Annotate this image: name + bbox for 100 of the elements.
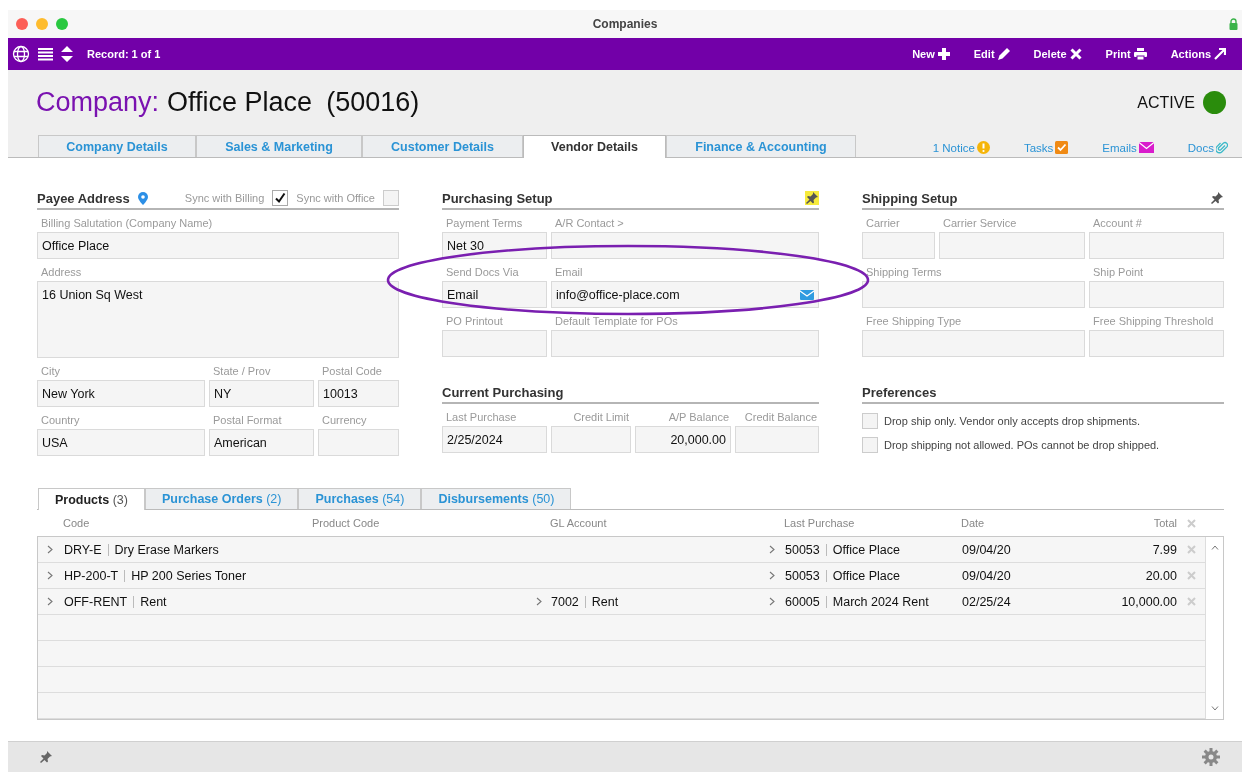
field-label: Billing Salutation (Company Name) [41, 217, 213, 230]
scroll-down-icon [1210, 706, 1219, 711]
input-field[interactable]: NY [209, 380, 314, 407]
checkbox[interactable] [862, 413, 878, 429]
input-field[interactable] [551, 330, 819, 357]
checkbox-label: Drop ship only. Vendor only accepts drop shipments. [884, 415, 1140, 427]
toolbar-button[interactable]: Edit [967, 48, 1016, 60]
checkbox[interactable] [383, 190, 399, 206]
column-header: Date [961, 517, 986, 529]
delete-icon [1186, 518, 1196, 528]
zoom-button[interactable] [56, 18, 68, 30]
input-field[interactable]: Net 30 [442, 232, 547, 259]
account-code: 7002 [551, 594, 579, 609]
input-field[interactable] [735, 426, 819, 453]
toolbar-button[interactable]: New [906, 48, 956, 60]
input-field[interactable]: info@office-place.com [551, 281, 819, 308]
input-field[interactable]: 10013 [318, 380, 399, 407]
envelope-icon [1138, 142, 1154, 153]
input-field[interactable]: 2/25/2024 [442, 426, 547, 453]
window-title: Companies [591, 17, 659, 31]
input-field[interactable] [1089, 281, 1224, 308]
field-label: Account # [1093, 217, 1142, 230]
field-label: State / Prov [213, 365, 271, 378]
field-label: Free Shipping Threshold [1093, 315, 1214, 328]
input-field[interactable]: New York [37, 380, 205, 407]
field-label: Carrier [866, 217, 900, 230]
pin-icon[interactable] [805, 191, 819, 205]
input-field[interactable] [939, 232, 1085, 259]
delete-icon[interactable] [1186, 545, 1196, 554]
section-title: Preferences [862, 384, 937, 400]
field-label: Postal Code [322, 365, 382, 378]
column-header: Last Purchase [784, 517, 856, 529]
field-label: A/R Contact > [555, 217, 624, 230]
toolbar-button[interactable]: Print [1099, 48, 1153, 60]
close-button[interactable] [16, 18, 28, 30]
input-field[interactable]: Email [442, 281, 547, 308]
field-label: City [41, 365, 60, 378]
input-field[interactable] [551, 232, 819, 259]
section-title: Payee Address [37, 190, 130, 206]
purchase-number: 50053 [785, 542, 820, 557]
chevron-icon[interactable] [769, 597, 775, 606]
chevron-icon[interactable] [769, 545, 775, 554]
input-field[interactable] [862, 281, 1085, 308]
printer-icon [1133, 48, 1147, 60]
section-title: Current Purchasing [442, 384, 564, 400]
checkbox-label: Drop shipping not allowed. POs cannot be drop shipped. [884, 439, 1160, 451]
delete-icon[interactable] [1186, 571, 1196, 580]
field-label: Payment Terms [446, 217, 523, 230]
input-field[interactable]: USA [37, 429, 205, 456]
checkbox[interactable] [272, 190, 289, 206]
toolbar-button[interactable]: Delete [1027, 48, 1088, 60]
record-counter: Record: 1 of 1 [87, 48, 161, 60]
checkbox-label: Sync with Office [296, 192, 375, 204]
up-down-arrows-icon[interactable] [61, 46, 73, 62]
chevron-icon[interactable] [47, 545, 53, 554]
input-field[interactable] [442, 330, 547, 357]
input-field[interactable] [318, 429, 399, 456]
input-field[interactable]: 20,000.00 [635, 426, 731, 453]
pin-icon[interactable] [1210, 191, 1224, 205]
input-field[interactable]: 16 Union Sq West [37, 281, 399, 358]
item-name: HP 200 Series Toner [124, 569, 247, 582]
chevron-icon[interactable] [769, 571, 775, 580]
input-field[interactable] [551, 426, 631, 453]
section-title: Shipping Setup [862, 190, 958, 206]
gear-icon[interactable] [1202, 748, 1220, 766]
table-cell-text: 20.00 [1144, 568, 1177, 583]
input-field[interactable] [862, 232, 935, 259]
input-field[interactable] [1089, 330, 1224, 357]
chevron-icon[interactable] [536, 597, 542, 606]
input-field[interactable]: Office Place [37, 232, 399, 259]
delete-icon[interactable] [1186, 597, 1196, 606]
tab[interactable]: Products (3) [38, 488, 145, 510]
toolbar-button[interactable]: Actions [1164, 48, 1232, 60]
record-type-label: Company: [36, 87, 160, 118]
input-field[interactable] [1089, 232, 1224, 259]
column-header: GL Account [550, 517, 608, 529]
item-code: DRY-E [64, 542, 102, 557]
field-label: PO Printout [446, 315, 503, 328]
chevron-icon[interactable] [47, 597, 53, 606]
company-number: (50016) [326, 87, 420, 118]
plus-icon [937, 48, 950, 60]
checkbox-label: Sync with Billing [184, 192, 265, 204]
field-label: Free Shipping Type [866, 315, 962, 328]
pencil-icon [997, 48, 1010, 60]
location-pin-icon[interactable] [137, 191, 148, 205]
checkbox[interactable] [862, 437, 878, 453]
tab[interactable]: Vendor Details [523, 135, 666, 158]
table-cell-text: 10,000.00 [1120, 594, 1177, 609]
x-icon [1069, 48, 1082, 60]
warning-icon [976, 141, 990, 154]
input-field[interactable]: American [209, 429, 314, 456]
input-field[interactable] [862, 330, 1085, 357]
globe-icon[interactable] [12, 45, 30, 63]
pin-icon[interactable] [40, 751, 52, 763]
minimize-button[interactable] [36, 18, 48, 30]
table-cell-text: 09/04/20 [962, 542, 1012, 557]
paperclip-icon [1216, 141, 1228, 154]
chevron-icon[interactable] [47, 571, 53, 580]
field-label: Postal Format [213, 414, 282, 427]
list-icon[interactable] [38, 47, 53, 61]
